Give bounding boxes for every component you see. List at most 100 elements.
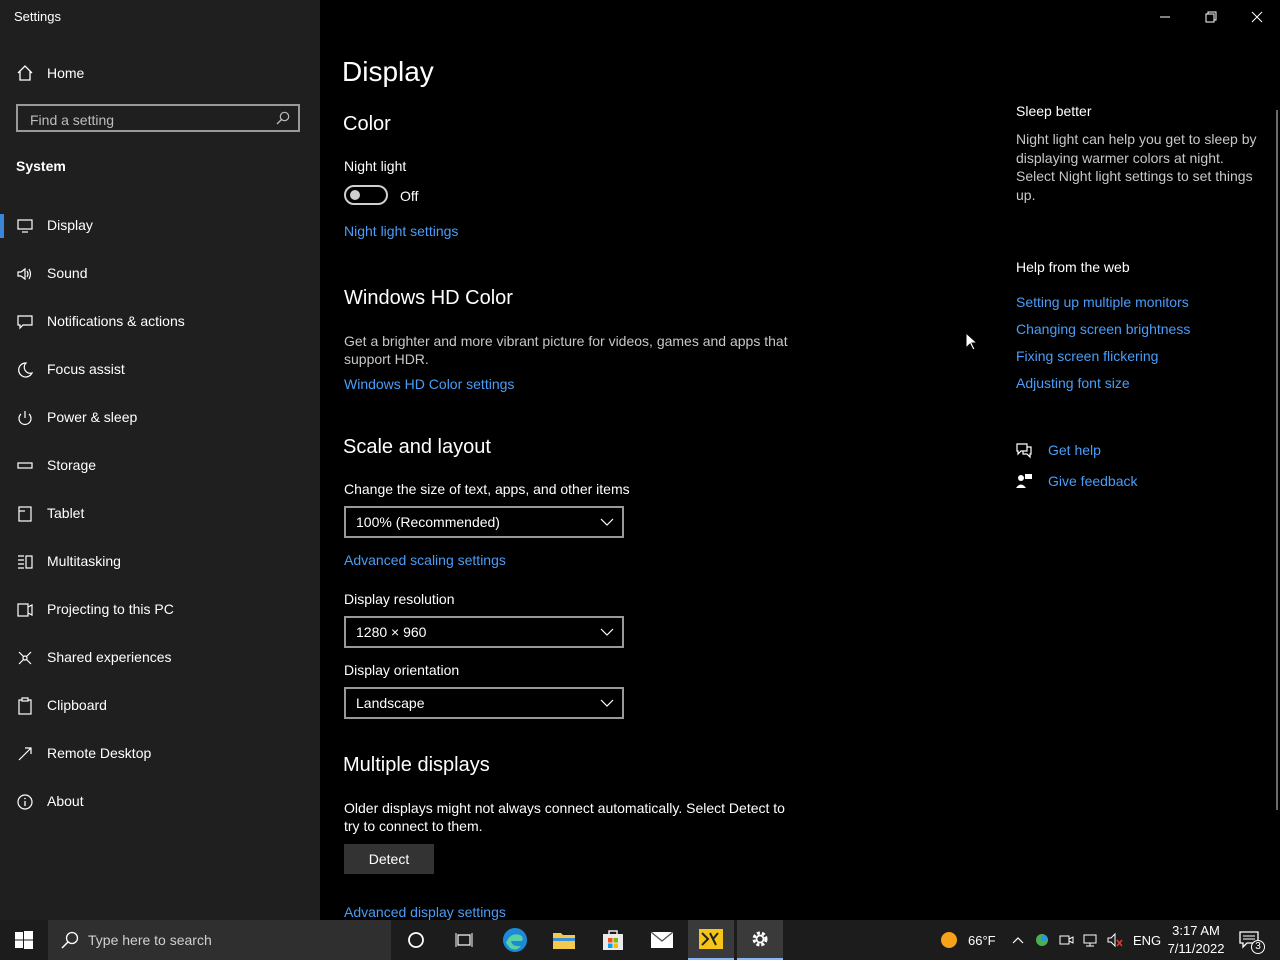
info-icon [17,794,33,810]
resolution-dropdown[interactable]: 1280 × 960 [344,616,624,648]
monitor-icon [17,219,33,233]
night-light-toggle[interactable] [344,185,388,205]
network-icon [1083,934,1097,947]
sidebar-item-sound[interactable]: Sound [0,258,320,306]
advanced-display-link[interactable]: Advanced display settings [344,904,506,920]
system-section-label: System [16,158,66,174]
help-link-flickering[interactable]: Fixing screen flickering [1016,348,1158,364]
give-feedback-link[interactable]: Give feedback [1048,473,1138,489]
night-light-label: Night light [344,158,407,174]
shared-icon [18,651,32,665]
sidebar-item-label: Clipboard [47,697,107,713]
sidebar-item-multitasking[interactable]: Multitasking [0,546,320,594]
edge-browser-icon [503,928,527,952]
edge-app-button[interactable] [492,920,538,960]
home-nav-item[interactable]: Home [0,58,320,88]
night-light-state: Off [400,188,419,204]
sleep-better-heading: Sleep better [1016,103,1092,119]
hd-color-settings-link[interactable]: Windows HD Color settings [344,376,514,392]
cortana-icon [408,932,424,948]
taskbar: Type here to search 66°F ENG 3:17 AM 7/1… [0,920,1280,960]
restore-icon [1205,11,1217,23]
advanced-scaling-link[interactable]: Advanced scaling settings [344,552,506,568]
scale-dropdown[interactable]: 100% (Recommended) [344,506,624,538]
pinned-app-button[interactable] [688,920,734,960]
mail-app-button[interactable] [639,920,685,960]
sidebar-item-label: Projecting to this PC [47,601,174,617]
find-setting-search-box[interactable] [16,104,300,132]
cortana-button[interactable] [394,920,438,960]
sidebar-item-notifications[interactable]: Notifications & actions [0,306,320,354]
find-setting-input[interactable] [28,110,272,130]
weather-button[interactable] [934,920,964,960]
orientation-dropdown[interactable]: Landscape [344,687,624,719]
chevron-down-icon [600,628,614,636]
gear-icon [752,931,768,947]
hd-color-description: Get a brighter and more vibrant picture … [344,333,788,367]
system-nav-list: Display Sound Notifications & actions Fo… [0,210,320,834]
tray-app-button[interactable] [1032,920,1052,960]
orientation-value: Landscape [356,695,425,711]
help-link-monitors[interactable]: Setting up multiple monitors [1016,294,1189,310]
scale-layout-heading: Scale and layout [343,436,491,458]
sidebar-item-label: Focus assist [47,361,125,377]
action-center-button[interactable]: 3 [1232,920,1266,960]
sidebar-item-power-sleep[interactable]: Power & sleep [0,402,320,450]
help-link-brightness[interactable]: Changing screen brightness [1016,321,1190,337]
multiple-displays-heading: Multiple displays [343,754,490,776]
get-help-link[interactable]: Get help [1048,442,1101,458]
sidebar-item-shared-experiences[interactable]: Shared experiences [0,642,320,690]
file-explorer-button[interactable] [541,920,587,960]
show-hidden-icons-button[interactable] [1008,920,1028,960]
search-icon[interactable] [276,111,290,125]
start-button[interactable] [0,920,48,960]
volume-button[interactable] [1104,920,1126,960]
clock-date[interactable]: 7/11/2022 [1166,941,1226,956]
moon-icon [18,362,34,378]
meet-now-button[interactable] [1056,920,1076,960]
notification-icon [17,315,33,330]
feedback-icon [1016,474,1032,488]
scrollbar[interactable] [1276,110,1278,810]
sidebar-item-remote-desktop[interactable]: Remote Desktop [0,738,320,786]
close-button[interactable] [1234,2,1280,32]
sidebar-item-clipboard[interactable]: Clipboard [0,690,320,738]
minimize-button[interactable] [1142,2,1188,32]
network-button[interactable] [1080,920,1100,960]
home-icon [17,65,33,81]
multitasking-icon [18,555,33,569]
sidebar-item-projecting[interactable]: Projecting to this PC [0,594,320,642]
sidebar-item-label: Notifications & actions [47,313,185,329]
task-view-button[interactable] [442,920,486,960]
folder-icon [553,933,575,949]
settings-app-button[interactable] [737,920,783,960]
store-app-button[interactable] [590,920,636,960]
language-indicator[interactable]: ENG [1133,933,1161,948]
sidebar-item-label: Storage [47,457,97,473]
storage-icon [17,462,33,469]
help-link-font-size[interactable]: Adjusting font size [1016,375,1130,391]
speaker-icon [17,267,32,281]
hd-color-heading: Windows HD Color [344,287,513,309]
sidebar-item-display[interactable]: Display [0,210,320,258]
sidebar-item-tablet[interactable]: Tablet [0,498,320,546]
tray-app-icon [1036,934,1048,946]
night-light-settings-link[interactable]: Night light settings [344,223,458,239]
sidebar-item-label: Power & sleep [47,409,138,425]
restore-button[interactable] [1188,2,1234,32]
weather-temperature[interactable]: 66°F [968,933,996,948]
sidebar: Settings Home System Display Sound Notif… [0,0,320,920]
notification-count-badge: 3 [1251,940,1265,954]
pinned-app-icon [699,929,723,949]
taskbar-search-box[interactable]: Type here to search [48,920,391,960]
sidebar-item-label: Remote Desktop [47,745,152,761]
scale-size-label: Change the size of text, apps, and other… [344,481,630,497]
sidebar-item-about[interactable]: About [0,786,320,834]
clock-time[interactable]: 3:17 AM [1168,923,1224,938]
detect-button[interactable]: Detect [344,844,434,874]
chevron-down-icon [600,518,614,526]
sidebar-item-storage[interactable]: Storage [0,450,320,498]
help-web-heading: Help from the web [1016,259,1130,275]
sidebar-item-focus-assist[interactable]: Focus assist [0,354,320,402]
taskbar-search-placeholder: Type here to search [88,932,212,948]
